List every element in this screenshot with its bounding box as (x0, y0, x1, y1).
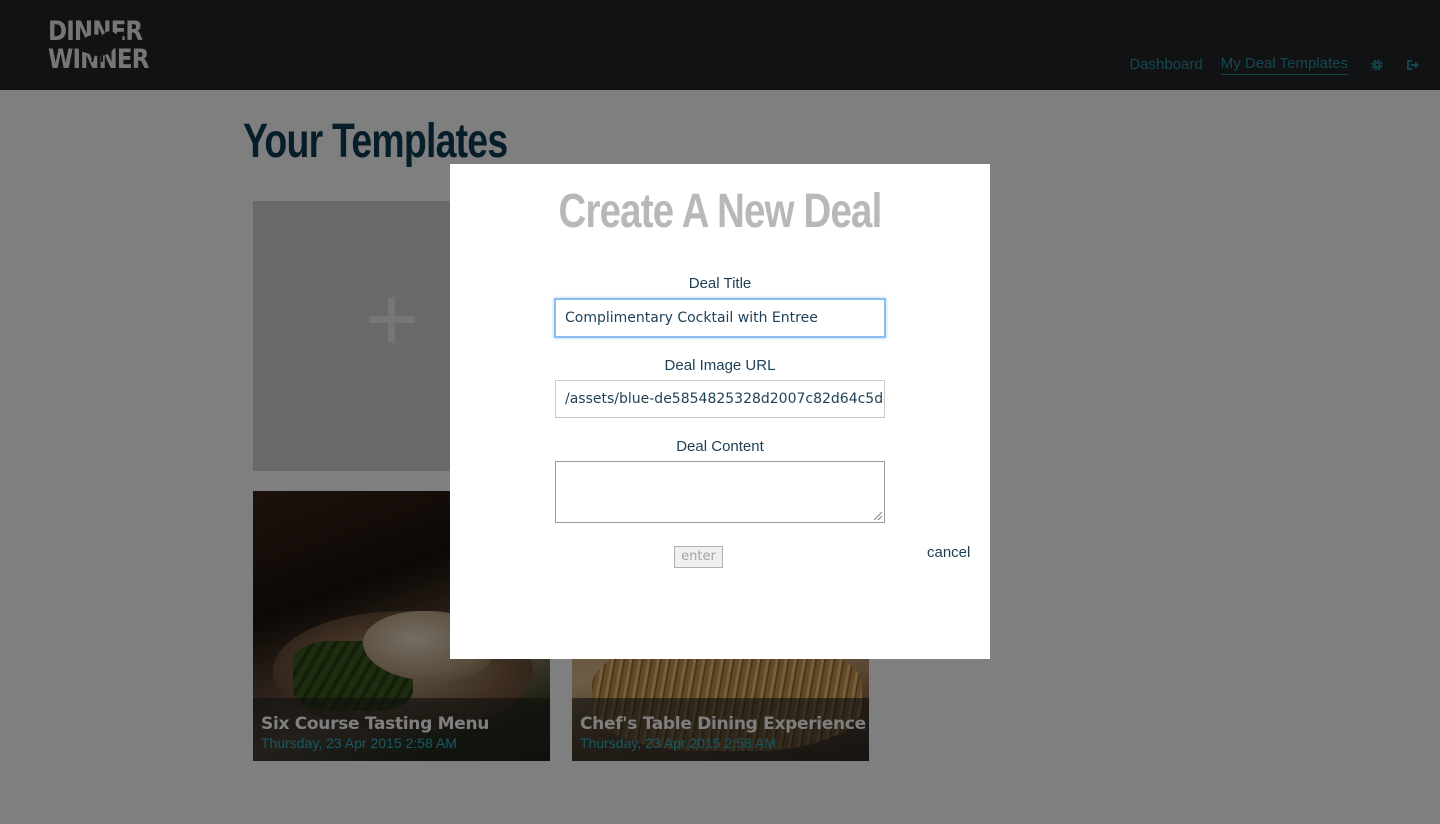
deal-title-label: Deal Title (688, 275, 752, 292)
deal-image-url-input[interactable]: /assets/blue-de5854825328d2007c82d64c5d4 (555, 380, 885, 418)
modal-title: Create A New Deal (558, 185, 883, 238)
deal-image-url-label: Deal Image URL (664, 357, 776, 374)
deal-title-input[interactable]: Complimentary Cocktail with Entree (554, 298, 886, 338)
resize-grip-icon[interactable] (874, 512, 882, 520)
deal-content-label: Deal Content (676, 438, 764, 455)
deal-content-textarea[interactable] (555, 461, 885, 523)
enter-button[interactable]: enter (674, 546, 723, 568)
cancel-link[interactable]: cancel (927, 544, 970, 561)
create-deal-modal: Create A New Deal Deal Title Complimenta… (450, 164, 990, 659)
